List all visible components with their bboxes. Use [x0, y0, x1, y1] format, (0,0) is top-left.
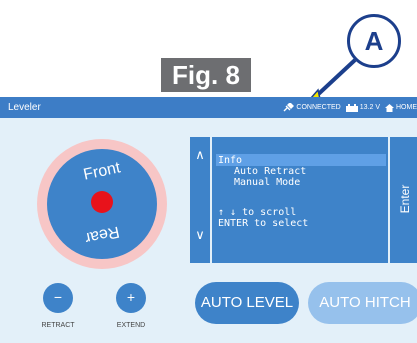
extend-label: EXTEND: [116, 322, 146, 329]
home-label: HOME: [396, 104, 417, 111]
battery-status: 13.2 V: [345, 103, 380, 112]
retract-label: RETRACT: [41, 322, 75, 329]
menu-hint-enter: ENTER to select: [218, 218, 309, 229]
scroll-down-button[interactable]: ∨: [190, 227, 210, 243]
extend-button[interactable]: +: [116, 283, 146, 313]
enter-button[interactable]: Enter: [390, 137, 417, 263]
retract-button[interactable]: −: [43, 283, 73, 313]
battery-icon: [345, 103, 358, 112]
connection-label: CONNECTED: [296, 104, 341, 111]
status-bar: CONNECTED 13.2 V HOME: [278, 97, 417, 118]
auto-hitch-button[interactable]: AUTO HITCH: [308, 282, 417, 324]
voltage-label: 13.2 V: [359, 104, 380, 111]
app-title: Leveler: [8, 102, 41, 113]
connection-status: CONNECTED: [283, 103, 341, 112]
menu-item-info[interactable]: Info: [218, 155, 242, 166]
scroll-up-button[interactable]: ∧: [190, 147, 210, 163]
top-bar: Leveler CONNECTED 13.2 V HOME: [0, 97, 417, 118]
menu-panel: Info Auto Retract Manual Mode ↑ ↓ to scr…: [212, 137, 388, 263]
auto-level-button[interactable]: AUTO LEVEL: [195, 282, 299, 324]
enter-label: Enter: [398, 184, 412, 214]
menu-arrow-column: ∧ ∨: [190, 137, 210, 263]
menu-item-manual-mode[interactable]: Manual Mode: [234, 177, 300, 188]
plug-icon: [283, 103, 295, 112]
figure-label: Fig. 8: [161, 58, 251, 92]
menu-hint-scroll: ↑ ↓ to scroll: [218, 207, 297, 218]
level-indicator-dot: [91, 191, 113, 213]
home-icon: [385, 103, 394, 112]
home-button[interactable]: HOME: [385, 103, 417, 112]
callout-marker: A: [347, 14, 401, 68]
menu-item-auto-retract[interactable]: Auto Retract: [234, 166, 306, 177]
